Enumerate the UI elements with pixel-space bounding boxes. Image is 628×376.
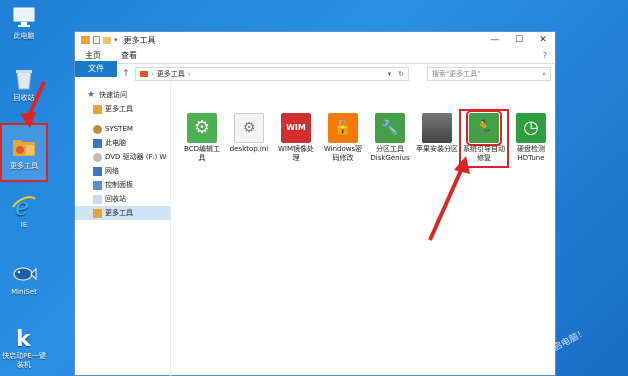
window-title: 更多工具 — [123, 35, 156, 45]
search-icon[interactable]: ⌕ — [542, 70, 546, 79]
file-label: desktop.ini — [229, 145, 269, 153]
search-placeholder: 搜索"更多工具" — [432, 70, 481, 78]
sidebar-item-label: 更多工具 — [105, 209, 133, 217]
sidebar-item-this-pc[interactable]: 此电脑 — [75, 136, 170, 150]
new-folder-icon[interactable] — [103, 36, 111, 44]
file-apple-partition[interactable]: 苹果安装分区 — [416, 113, 458, 154]
file-desktop-ini[interactable]: ⚙ desktop.ini — [228, 113, 270, 154]
refresh-icon[interactable]: ↻ — [398, 70, 404, 78]
svg-text:k: k — [16, 327, 32, 350]
folder-icon — [93, 104, 102, 114]
network-icon — [93, 166, 102, 176]
recycle-icon — [93, 194, 102, 204]
running-man-icon: 🏃 — [466, 110, 502, 146]
sidebar-item-label: DVD 驱动器 (F:) W — [105, 153, 167, 161]
properties-icon[interactable] — [93, 36, 100, 44]
sidebar-item-recycle-bin[interactable]: 回收站 — [75, 192, 170, 206]
desktop-icon-label: 快启动PE一键装机 — [2, 352, 46, 369]
wrench-icon: 🔧 — [375, 113, 405, 143]
sidebar-item-more-tools[interactable]: 更多工具 — [75, 206, 170, 220]
window-controls: — ☐ ✕ — [483, 35, 555, 45]
quick-access-dropdown-icon[interactable]: ▾ — [114, 36, 118, 44]
search-input[interactable]: 搜索"更多工具" ⌕ — [427, 67, 551, 81]
sidebar-item-more-tools-pinned[interactable]: 更多工具 — [75, 102, 170, 116]
desktop-icon-this-pc[interactable]: 此电脑 — [2, 4, 46, 41]
computer-icon — [13, 7, 35, 27]
sidebar-item-network[interactable]: 网络 — [75, 164, 170, 178]
file-label: 分区工具DiskGenius — [370, 145, 410, 162]
gear-icon: ⚙ — [187, 113, 217, 143]
file-label: Windows密码修改 — [323, 145, 363, 162]
sidebar-item-label: 此电脑 — [105, 139, 126, 147]
address-dropdown-icon[interactable]: ▾ — [388, 70, 392, 78]
file-label: 苹果安装分区 — [416, 145, 458, 153]
breadcrumb-separator-icon: › — [151, 70, 154, 78]
desktop-icon-label: IE — [20, 221, 28, 229]
unlock-icon: 🔓 — [328, 113, 358, 143]
address-bar-row: ← → ▾ ↑ › 更多工具 › ▾ ↻ 搜索"更多工具" ⌕ — [75, 64, 555, 84]
breadcrumb-separator-icon: › — [187, 70, 191, 78]
desktop-icon-label: 此电脑 — [13, 32, 35, 40]
sidebar-item-label: 网络 — [105, 167, 119, 175]
maximize-button[interactable]: ☐ — [507, 35, 531, 45]
file-windows-password[interactable]: 🔓 Windows密码修改 — [322, 113, 364, 162]
desktop-icon-miniset[interactable]: MiniSet — [2, 260, 46, 297]
sidebar-item-label: 更多工具 — [105, 105, 133, 113]
k-logo-icon: k — [16, 327, 32, 350]
folder-icon — [81, 36, 90, 44]
up-arrow-icon[interactable]: ↑ — [121, 69, 131, 79]
sidebar-item-label: 快速访问 — [99, 91, 127, 99]
desktop-icon-ie[interactable]: e IE — [2, 193, 46, 230]
close-button[interactable]: ✕ — [531, 35, 555, 45]
file-bcd-editor[interactable]: ⚙ BCD编辑工具 — [181, 113, 223, 162]
title-bar: ▾ 更多工具 — ☐ ✕ — [75, 32, 555, 48]
file-hdtune[interactable]: ◷ 硬盘检测HDTune — [510, 113, 552, 162]
sidebar-item-dvd-drive[interactable]: DVD 驱动器 (F:) W — [75, 150, 170, 164]
folder-icon — [93, 208, 102, 218]
folder-icon — [13, 140, 35, 156]
apple-icon — [422, 113, 452, 143]
sidebar-item-label: SYSTEM — [105, 125, 133, 133]
internet-explorer-icon: e — [12, 193, 36, 219]
star-icon: ★ — [87, 89, 96, 100]
sidebar-item-system[interactable]: SYSTEM — [75, 122, 170, 136]
wim-icon: WIM — [281, 113, 311, 143]
sidebar-item-label: 回收站 — [105, 195, 126, 203]
fish-icon — [13, 267, 37, 281]
control-panel-icon — [93, 180, 102, 190]
recycle-bin-icon — [16, 70, 32, 90]
dvd-icon — [93, 152, 102, 162]
clock-icon: ◷ — [516, 113, 546, 143]
desktop-icon-label: 回收站 — [13, 94, 35, 102]
file-list: ⚙ BCD编辑工具 ⚙ desktop.ini WIM WIM镜像处理 🔓 Wi… — [171, 84, 555, 376]
file-wim-tool[interactable]: WIM WIM镜像处理 — [275, 113, 317, 162]
file-label: 硬盘检测HDTune — [517, 145, 545, 162]
minimize-button[interactable]: — — [483, 35, 507, 45]
sidebar-item-label: 控制面板 — [105, 181, 133, 189]
file-label: WIM镜像处理 — [277, 145, 315, 162]
explorer-window: ▾ 更多工具 — ☐ ✕ 文件 主页 查看 ? ← → ▾ ↑ › 更多工具 ›… — [74, 31, 556, 376]
settings-file-icon: ⚙ — [234, 113, 264, 143]
file-label: 系统引导自动修复 — [463, 145, 505, 162]
desktop-icon-recycle-bin[interactable]: 回收站 — [2, 66, 46, 103]
navigation-pane: ★ 快速访问 更多工具 SYSTEM 此电脑 DVD 驱动器 (F:) W 网络… — [75, 84, 171, 376]
sidebar-item-control-panel[interactable]: 控制面板 — [75, 178, 170, 192]
breadcrumb[interactable]: 更多工具 — [157, 69, 185, 79]
sidebar-item-quick-access[interactable]: ★ 快速访问 — [75, 88, 170, 102]
file-boot-repair[interactable]: 🏃 系统引导自动修复 — [459, 109, 509, 168]
ribbon-tabs: 文件 主页 查看 ? — [75, 48, 555, 77]
desktop-icon-label: MiniSet — [11, 288, 37, 296]
desktop-icon-label: 更多工具 — [10, 162, 38, 170]
tab-file[interactable]: 文件 — [75, 61, 117, 77]
desktop-icon-pe-install[interactable]: k 快启动PE一键装机 — [2, 324, 46, 370]
folder-icon — [140, 71, 148, 77]
file-label: BCD编辑工具 — [184, 145, 220, 162]
file-diskgenius[interactable]: 🔧 分区工具DiskGenius — [369, 113, 411, 162]
desktop-icon-more-tools[interactable]: 更多工具 — [0, 123, 48, 182]
user-icon — [93, 124, 102, 134]
quick-access-toolbar: ▾ — [81, 36, 118, 44]
address-field[interactable]: › 更多工具 › ▾ ↻ — [135, 67, 409, 81]
computer-icon — [93, 138, 102, 148]
help-button[interactable]: ? — [543, 51, 547, 60]
